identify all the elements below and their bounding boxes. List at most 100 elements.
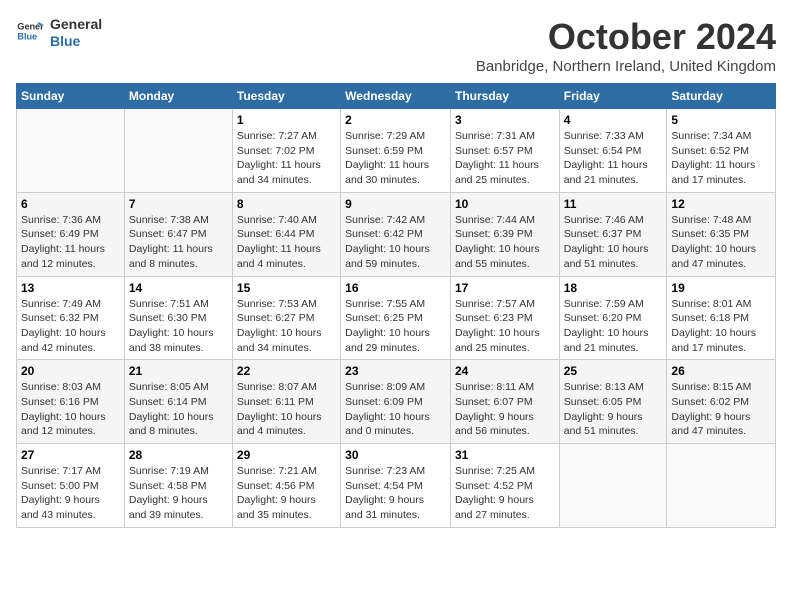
day-detail: Sunrise: 7:59 AMSunset: 6:20 PMDaylight:… [564, 297, 663, 356]
calendar-cell: 15 Sunrise: 7:53 AMSunset: 6:27 PMDayligh… [232, 276, 340, 360]
day-number: 17 [455, 281, 555, 295]
day-detail: Sunrise: 7:33 AMSunset: 6:54 PMDaylight:… [564, 129, 663, 188]
header-thursday: Thursday [450, 84, 559, 109]
day-number: 21 [129, 364, 228, 378]
day-number: 23 [345, 364, 446, 378]
calendar-cell: 14 Sunrise: 7:51 AMSunset: 6:30 PMDayligh… [124, 276, 232, 360]
day-detail: Sunrise: 7:38 AMSunset: 6:47 PMDaylight:… [129, 213, 228, 272]
day-number: 8 [237, 197, 336, 211]
day-detail: Sunrise: 8:05 AMSunset: 6:14 PMDaylight:… [129, 380, 228, 439]
day-number: 6 [21, 197, 120, 211]
day-number: 31 [455, 448, 555, 462]
week-row-5: 27Sunrise: 7:17 AMSunset: 5:00 PMDayligh… [17, 444, 776, 528]
logo-text-general: General [50, 16, 102, 33]
day-detail: Sunrise: 8:03 AMSunset: 6:16 PMDaylight:… [21, 380, 120, 439]
calendar-table: SundayMondayTuesdayWednesdayThursdayFrid… [16, 83, 776, 528]
day-detail: Sunrise: 7:57 AMSunset: 6:23 PMDaylight:… [455, 297, 555, 356]
calendar-cell: 10 Sunrise: 7:44 AMSunset: 6:39 PMDayligh… [450, 192, 559, 276]
week-row-3: 13 Sunrise: 7:49 AMSunset: 6:32 PMDayligh… [17, 276, 776, 360]
day-number: 13 [21, 281, 120, 295]
day-detail: Sunrise: 7:17 AMSunset: 5:00 PMDaylight:… [21, 464, 120, 523]
calendar-cell: 3 Sunrise: 7:31 AMSunset: 6:57 PMDaylight… [450, 109, 559, 193]
header-saturday: Saturday [667, 84, 776, 109]
day-number: 7 [129, 197, 228, 211]
calendar-cell: 13 Sunrise: 7:49 AMSunset: 6:32 PMDayligh… [17, 276, 125, 360]
day-detail: Sunrise: 7:49 AMSunset: 6:32 PMDaylight:… [21, 297, 120, 356]
day-detail: Sunrise: 7:53 AMSunset: 6:27 PMDaylight:… [237, 297, 336, 356]
day-number: 10 [455, 197, 555, 211]
title-area: October 2024 Banbridge, Northern Ireland… [476, 16, 776, 75]
day-detail: Sunrise: 7:40 AMSunset: 6:44 PMDaylight:… [237, 213, 336, 272]
day-detail: Sunrise: 7:48 AMSunset: 6:35 PMDaylight:… [671, 213, 771, 272]
day-detail: Sunrise: 7:29 AMSunset: 6:59 PMDaylight:… [345, 129, 446, 188]
calendar-cell: 21 Sunrise: 8:05 AMSunset: 6:14 PMDayligh… [124, 360, 232, 444]
calendar-cell: 25 Sunrise: 8:13 AMSunset: 6:05 PMDayligh… [559, 360, 667, 444]
day-detail: Sunrise: 8:01 AMSunset: 6:18 PMDaylight:… [671, 297, 771, 356]
header-monday: Monday [124, 84, 232, 109]
day-detail: Sunrise: 7:36 AMSunset: 6:49 PMDaylight:… [21, 213, 120, 272]
day-number: 16 [345, 281, 446, 295]
day-number: 30 [345, 448, 446, 462]
day-detail: Sunrise: 8:13 AMSunset: 6:05 PMDaylight:… [564, 380, 663, 439]
calendar-cell: 28Sunrise: 7:19 AMSunset: 4:58 PMDayligh… [124, 444, 232, 528]
day-number: 2 [345, 113, 446, 127]
svg-text:Blue: Blue [17, 31, 37, 41]
day-number: 28 [129, 448, 228, 462]
day-detail: Sunrise: 7:55 AMSunset: 6:25 PMDaylight:… [345, 297, 446, 356]
day-number: 12 [671, 197, 771, 211]
week-row-1: 1Sunrise: 7:27 AMSunset: 7:02 PMDaylight… [17, 109, 776, 193]
week-row-2: 6 Sunrise: 7:36 AMSunset: 6:49 PMDaylight… [17, 192, 776, 276]
header-friday: Friday [559, 84, 667, 109]
day-number: 22 [237, 364, 336, 378]
calendar-cell: 8 Sunrise: 7:40 AMSunset: 6:44 PMDaylight… [232, 192, 340, 276]
calendar-cell: 23Sunrise: 8:09 AMSunset: 6:09 PMDayligh… [341, 360, 451, 444]
header-tuesday: Tuesday [232, 84, 340, 109]
logo: General Blue General Blue [16, 16, 102, 50]
day-number: 29 [237, 448, 336, 462]
calendar-cell: 7 Sunrise: 7:38 AMSunset: 6:47 PMDaylight… [124, 192, 232, 276]
day-detail: Sunrise: 7:34 AMSunset: 6:52 PMDaylight:… [671, 129, 771, 188]
calendar-cell: 29 Sunrise: 7:21 AMSunset: 4:56 PMDayligh… [232, 444, 340, 528]
day-number: 20 [21, 364, 120, 378]
calendar-cell [559, 444, 667, 528]
calendar-cell: 27Sunrise: 7:17 AMSunset: 5:00 PMDayligh… [17, 444, 125, 528]
day-number: 3 [455, 113, 555, 127]
day-detail: Sunrise: 7:51 AMSunset: 6:30 PMDaylight:… [129, 297, 228, 356]
calendar-cell: 16 Sunrise: 7:55 AMSunset: 6:25 PMDayligh… [341, 276, 451, 360]
calendar-cell: 19Sunrise: 8:01 AMSunset: 6:18 PMDayligh… [667, 276, 776, 360]
day-detail: Sunrise: 7:42 AMSunset: 6:42 PMDaylight:… [345, 213, 446, 272]
calendar-cell: 12 Sunrise: 7:48 AMSunset: 6:35 PMDayligh… [667, 192, 776, 276]
day-detail: Sunrise: 7:21 AMSunset: 4:56 PMDaylight:… [237, 464, 336, 523]
logo-icon: General Blue [16, 17, 44, 45]
calendar-cell: 2 Sunrise: 7:29 AMSunset: 6:59 PMDaylight… [341, 109, 451, 193]
calendar-cell: 5Sunrise: 7:34 AMSunset: 6:52 PMDaylight… [667, 109, 776, 193]
calendar-cell: 4 Sunrise: 7:33 AMSunset: 6:54 PMDaylight… [559, 109, 667, 193]
day-detail: Sunrise: 7:31 AMSunset: 6:57 PMDaylight:… [455, 129, 555, 188]
day-number: 4 [564, 113, 663, 127]
day-detail: Sunrise: 7:25 AMSunset: 4:52 PMDaylight:… [455, 464, 555, 523]
day-detail: Sunrise: 8:15 AMSunset: 6:02 PMDaylight:… [671, 380, 771, 439]
calendar-cell: 24 Sunrise: 8:11 AMSunset: 6:07 PMDayligh… [450, 360, 559, 444]
calendar-cell: 26Sunrise: 8:15 AMSunset: 6:02 PMDayligh… [667, 360, 776, 444]
calendar-cell [17, 109, 125, 193]
day-number: 25 [564, 364, 663, 378]
calendar-cell: 11 Sunrise: 7:46 AMSunset: 6:37 PMDayligh… [559, 192, 667, 276]
calendar-cell: 30 Sunrise: 7:23 AMSunset: 4:54 PMDayligh… [341, 444, 451, 528]
header-sunday: Sunday [17, 84, 125, 109]
day-number: 15 [237, 281, 336, 295]
day-detail: Sunrise: 7:44 AMSunset: 6:39 PMDaylight:… [455, 213, 555, 272]
day-detail: Sunrise: 7:23 AMSunset: 4:54 PMDaylight:… [345, 464, 446, 523]
day-number: 11 [564, 197, 663, 211]
page-header: General Blue General Blue October 2024 B… [16, 16, 776, 75]
day-detail: Sunrise: 7:46 AMSunset: 6:37 PMDaylight:… [564, 213, 663, 272]
day-detail: Sunrise: 8:11 AMSunset: 6:07 PMDaylight:… [455, 380, 555, 439]
day-detail: Sunrise: 8:07 AMSunset: 6:11 PMDaylight:… [237, 380, 336, 439]
calendar-cell [124, 109, 232, 193]
day-number: 14 [129, 281, 228, 295]
day-number: 24 [455, 364, 555, 378]
calendar-cell: 31 Sunrise: 7:25 AMSunset: 4:52 PMDayligh… [450, 444, 559, 528]
calendar-cell: 22 Sunrise: 8:07 AMSunset: 6:11 PMDayligh… [232, 360, 340, 444]
calendar-cell: 6 Sunrise: 7:36 AMSunset: 6:49 PMDaylight… [17, 192, 125, 276]
month-title: October 2024 [476, 16, 776, 58]
day-number: 1 [237, 113, 336, 127]
